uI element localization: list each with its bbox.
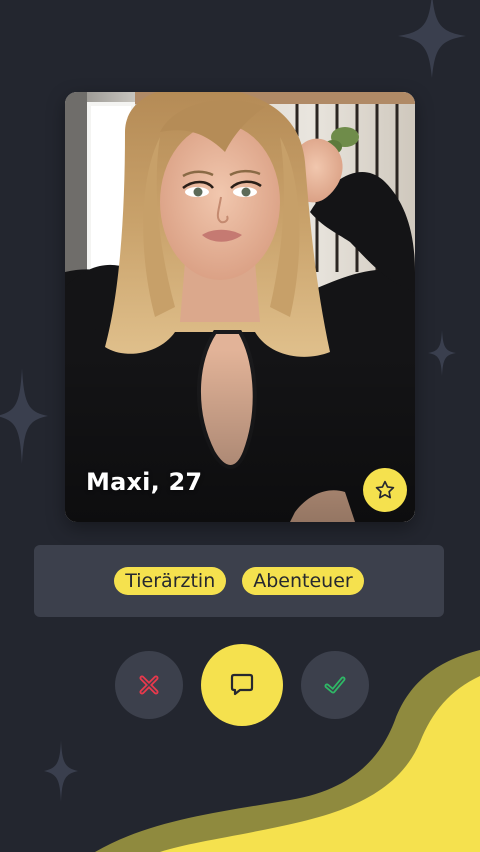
- favorite-button[interactable]: [363, 468, 407, 512]
- sparkle-decoration: [0, 368, 48, 464]
- chat-bubble-icon: [230, 673, 254, 696]
- sparkle-decoration: [428, 330, 456, 376]
- profile-card[interactable]: Maxi, 27: [65, 92, 415, 522]
- interest-tag[interactable]: Tierärztin: [114, 567, 227, 595]
- interest-tags-panel: Tierärztin Abenteuer: [34, 545, 444, 617]
- profile-name-age: Maxi, 27: [86, 468, 203, 496]
- checkmark-icon: [324, 676, 346, 694]
- sparkle-decoration: [398, 0, 466, 78]
- star-outline-icon: [375, 480, 395, 499]
- x-icon: [139, 675, 159, 695]
- interest-tag[interactable]: Abenteuer: [242, 567, 364, 595]
- chat-button[interactable]: [201, 644, 283, 726]
- sparkle-decoration: [44, 740, 78, 802]
- reject-button[interactable]: [115, 651, 183, 719]
- profile-photo: [65, 92, 415, 522]
- accept-button[interactable]: [301, 651, 369, 719]
